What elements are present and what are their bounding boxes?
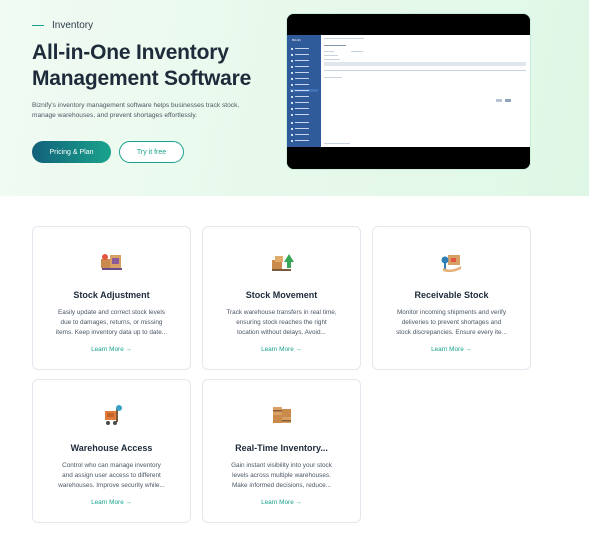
- card-description: Easily update and correct stock levels d…: [47, 308, 176, 338]
- app-field-value: [351, 51, 363, 52]
- card-description-line: warehouses. Improve security while...: [58, 482, 165, 489]
- eyebrow-line: [32, 25, 44, 26]
- app-nav-item: [290, 113, 318, 116]
- feature-card-stock-movement[interactable]: Stock Movement Track warehouse transfers…: [202, 226, 361, 370]
- card-description-line: Easily update and correct stock levels: [58, 309, 165, 316]
- card-description-line: Gain instant visibility into your stock: [231, 462, 332, 469]
- card-description-line: and assign user access to different: [62, 472, 161, 479]
- app-main-area: [321, 35, 530, 147]
- card-description: Control who can manage inventory and ass…: [47, 461, 176, 491]
- app-nav-item: [290, 107, 318, 110]
- app-footer: [324, 143, 350, 144]
- realtime-icon: [203, 402, 360, 428]
- app-nav-item: [290, 127, 318, 130]
- card-description: Track warehouse transfers in real time, …: [217, 308, 346, 338]
- app-screenshot: Biznify: [287, 35, 530, 147]
- app-field-label: [324, 51, 334, 52]
- card-title: Receivable Stock: [414, 290, 489, 300]
- app-nav-item: [290, 77, 318, 80]
- hero-section: Inventory All-in-One Inventory Managemen…: [0, 0, 589, 196]
- page-title: All-in-One Inventory Management Software: [32, 40, 292, 92]
- feature-card-stock-adjustment[interactable]: Stock Adjustment Easily update and corre…: [32, 226, 191, 370]
- try-free-button[interactable]: Try it free: [119, 141, 184, 163]
- app-field-label: [324, 55, 338, 56]
- eyebrow: Inventory: [32, 20, 93, 31]
- card-title: Stock Adjustment: [73, 290, 150, 300]
- video-letterbox-bottom: [287, 147, 530, 169]
- app-add-row: [324, 77, 342, 78]
- app-nav-item: [290, 59, 318, 62]
- movement-icon: [203, 249, 360, 275]
- app-nav-item: [290, 47, 318, 50]
- product-preview-video[interactable]: Biznify: [286, 13, 531, 170]
- card-title: Real-Time Inventory...: [235, 443, 328, 453]
- app-save-button: [505, 99, 511, 102]
- app-nav-item: [290, 95, 318, 98]
- app-nav-item: [290, 65, 318, 68]
- card-description-line: deliveries to prevent shortages and: [401, 319, 502, 326]
- warehouse-icon: [33, 402, 190, 428]
- app-nav-item: [290, 53, 318, 56]
- app-nav-item: [290, 101, 318, 104]
- app-nav-item: [290, 89, 318, 92]
- card-title: Warehouse Access: [70, 443, 153, 453]
- app-breadcrumb: [324, 38, 364, 39]
- hero-description-line-2: manage warehouses, and prevent shortages…: [32, 112, 198, 119]
- app-nav-item: [290, 121, 318, 124]
- card-description-line: location without delays. Avoid...: [237, 329, 326, 336]
- feature-card-real-time-inventory[interactable]: Real-Time Inventory... Gain instant visi…: [202, 379, 361, 523]
- card-description: Gain instant visibility into your stock …: [217, 461, 346, 491]
- card-description-line: Monitor incoming shipments and verify: [396, 309, 507, 316]
- learn-more-link[interactable]: Learn More →: [33, 499, 190, 506]
- card-description-line: ensuring stock reaches the right: [236, 319, 327, 326]
- learn-more-link[interactable]: Learn More →: [203, 499, 360, 506]
- learn-more-link[interactable]: Learn More →: [373, 346, 530, 353]
- card-description-line: levels across multiple warehouses.: [232, 472, 331, 479]
- hero-description-line-1: Biznify's inventory management software …: [32, 102, 240, 109]
- eyebrow-label: Inventory: [52, 20, 94, 31]
- app-nav-item: [290, 133, 318, 136]
- page-title-line-1: All-in-One Inventory: [32, 41, 229, 64]
- hero-description: Biznify's inventory management software …: [32, 101, 262, 121]
- card-description: Monitor incoming shipments and verify de…: [387, 308, 516, 338]
- page-title-line-2: Management Software: [32, 67, 252, 90]
- card-description-line: Track warehouse transfers in real time,: [226, 309, 337, 316]
- feature-card-warehouse-access[interactable]: Warehouse Access Control who can manage …: [32, 379, 191, 523]
- app-field-label: [324, 59, 340, 60]
- card-description-line: Make informed decisions, reduce...: [231, 482, 332, 489]
- receivable-icon: [373, 249, 530, 275]
- app-nav-item: [290, 71, 318, 74]
- learn-more-link[interactable]: Learn More →: [33, 346, 190, 353]
- app-nav-item: [290, 83, 318, 86]
- app-heading: [324, 45, 346, 46]
- card-description-line: Control who can manage inventory: [62, 462, 161, 469]
- card-description-line: items. Keep inventory data up to date...: [55, 329, 168, 336]
- app-table-row: [324, 70, 526, 71]
- video-letterbox-top: [287, 14, 530, 35]
- app-nav-item: [290, 139, 318, 142]
- card-description-line: due to damages, returns, or missing: [60, 319, 163, 326]
- adjustment-icon: [33, 249, 190, 275]
- feature-card-receivable-stock[interactable]: Receivable Stock Monitor incoming shipme…: [372, 226, 531, 370]
- card-description-line: stock discrepancies. Ensure every ite...: [396, 329, 507, 336]
- learn-more-link[interactable]: Learn More →: [203, 346, 360, 353]
- pricing-plan-button[interactable]: Pricing & Plan: [32, 141, 111, 163]
- app-cancel-button: [496, 99, 502, 102]
- app-sidebar: Biznify: [287, 35, 321, 147]
- app-table-header: [324, 62, 526, 66]
- app-brand: Biznify: [292, 38, 301, 42]
- card-title: Stock Movement: [245, 290, 318, 300]
